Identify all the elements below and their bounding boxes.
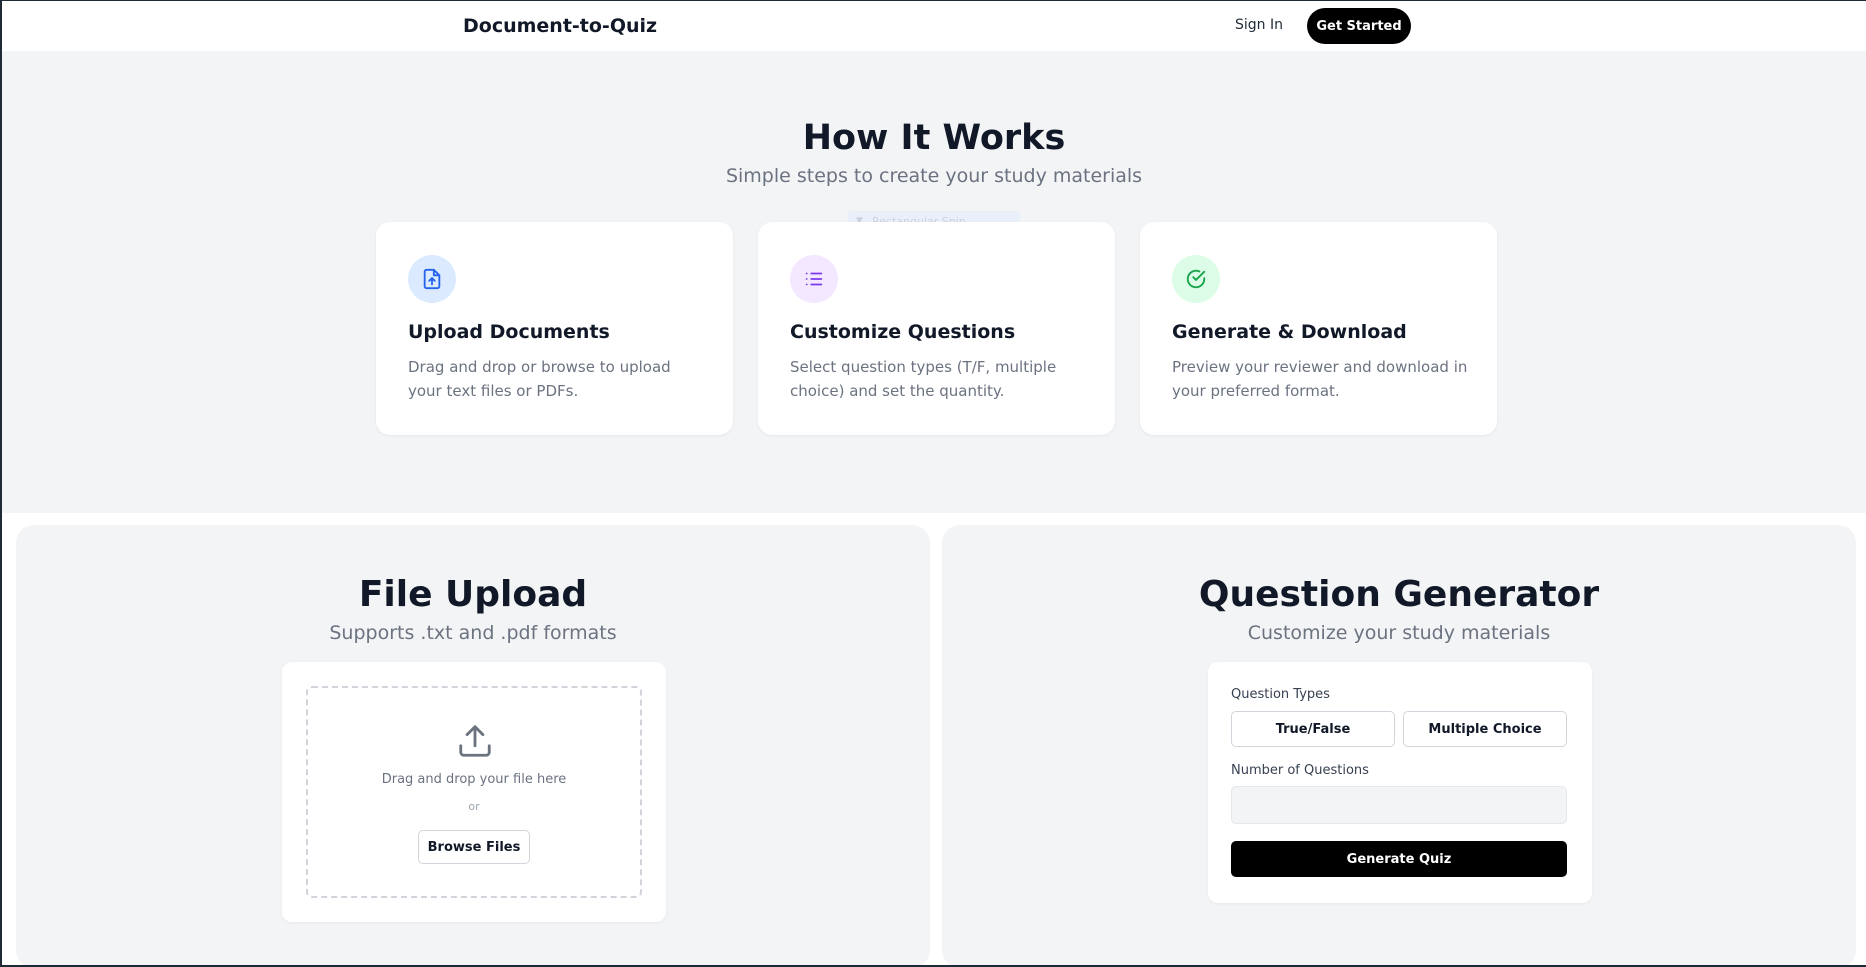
brand-logo[interactable]: Document-to-Quiz	[463, 15, 657, 37]
browse-files-button[interactable]: Browse Files	[418, 830, 530, 864]
panel-title: File Upload	[358, 574, 588, 615]
file-dropzone[interactable]: Drag and drop your file here or Browse F…	[306, 686, 642, 898]
section-title: How It Works	[802, 118, 1066, 158]
card-description: Drag and drop or browse to upload your t…	[408, 358, 671, 400]
section-subtitle: Simple steps to create your study materi…	[725, 165, 1143, 187]
card-title: Customize Questions	[790, 321, 1016, 343]
step-card-generate: Generate & Download Preview your reviewe…	[1140, 222, 1497, 435]
step-card-customize: Customize Questions Select question type…	[758, 222, 1115, 435]
generator-card: Question Types True/False Multiple Choic…	[1208, 662, 1592, 903]
question-types-label: Question Types	[1231, 687, 1330, 702]
panel-subtitle: Supports .txt and .pdf formats	[329, 622, 617, 644]
panel-title: Question Generator	[1198, 574, 1600, 615]
number-of-questions-label: Number of Questions	[1231, 763, 1369, 778]
dropzone-or: or	[468, 800, 480, 813]
list-icon	[790, 255, 838, 303]
get-started-button[interactable]: Get Started	[1307, 8, 1411, 44]
question-generator-panel: Question Generator Customize your study …	[942, 525, 1856, 967]
true-false-button[interactable]: True/False	[1231, 711, 1395, 747]
sign-in-link[interactable]: Sign In	[1235, 17, 1283, 33]
check-circle-icon	[1172, 255, 1220, 303]
card-description: Select question types (T/F, multiple cho…	[790, 358, 1057, 400]
dropzone-instruction: Drag and drop your file here	[381, 772, 567, 787]
number-of-questions-input[interactable]	[1231, 786, 1567, 824]
step-card-upload: Upload Documents Drag and drop or browse…	[376, 222, 733, 435]
card-title: Generate & Download	[1172, 321, 1407, 343]
file-upload-icon	[408, 255, 456, 303]
upload-card: Drag and drop your file here or Browse F…	[282, 662, 666, 922]
how-it-works-section: How It Works Simple steps to create your…	[2, 51, 1866, 513]
top-nav: Document-to-Quiz Sign In Get Started	[2, 1, 1866, 51]
file-upload-panel: File Upload Supports .txt and .pdf forma…	[16, 525, 930, 967]
card-title: Upload Documents	[408, 321, 610, 343]
panel-subtitle: Customize your study materials	[1247, 622, 1551, 644]
card-description: Preview your reviewer and download in yo…	[1172, 358, 1468, 400]
upload-icon	[459, 725, 491, 757]
multiple-choice-button[interactable]: Multiple Choice	[1403, 711, 1567, 747]
generate-quiz-button[interactable]: Generate Quiz	[1231, 841, 1567, 877]
